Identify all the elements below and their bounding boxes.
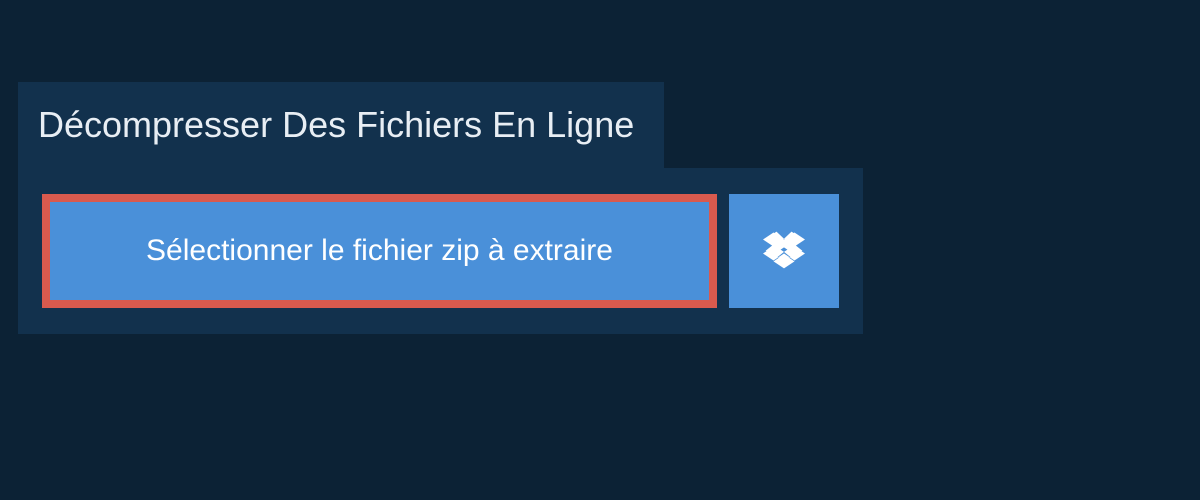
upload-panel: Sélectionner le fichier zip à extraire (18, 168, 863, 334)
select-file-label: Sélectionner le fichier zip à extraire (146, 234, 613, 268)
page-title: Décompresser Des Fichiers En Ligne (18, 82, 664, 168)
dropbox-icon (763, 229, 805, 274)
select-file-highlight: Sélectionner le fichier zip à extraire (42, 194, 717, 308)
select-zip-file-button[interactable]: Sélectionner le fichier zip à extraire (50, 202, 709, 300)
dropbox-button[interactable] (729, 194, 839, 308)
page-title-container: Décompresser Des Fichiers En Ligne (18, 82, 664, 168)
